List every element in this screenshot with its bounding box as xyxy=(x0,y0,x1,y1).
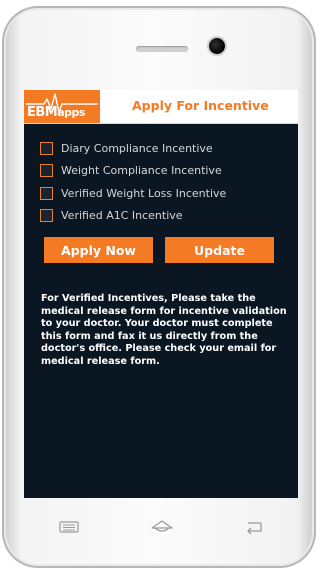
ebmapps-logo: EBMapps xyxy=(24,90,100,123)
app-header: EBMapps Apply For Incentive xyxy=(24,90,298,124)
logo-text-small: apps xyxy=(57,106,85,119)
checkbox[interactable] xyxy=(40,141,53,155)
update-button[interactable]: Update xyxy=(165,237,274,263)
info-text: For Verified Incentives, Please take the… xyxy=(41,293,287,367)
home-icon xyxy=(151,520,173,532)
checkbox-item-weight-compliance[interactable]: Weight Compliance Incentive xyxy=(40,160,226,183)
menu-button[interactable] xyxy=(56,518,82,536)
incentive-checkbox-list: Diary Compliance Incentive Weight Compli… xyxy=(40,137,226,227)
checkbox[interactable] xyxy=(40,186,53,200)
checkbox-item-diary-compliance[interactable]: Diary Compliance Incentive xyxy=(40,137,226,160)
checkbox-item-verified-a1c[interactable]: Verified A1C Incentive xyxy=(40,205,226,228)
home-button[interactable] xyxy=(149,518,175,536)
checkbox-label: Diary Compliance Incentive xyxy=(61,141,213,155)
apply-now-button[interactable]: Apply Now xyxy=(44,237,153,263)
checkbox-label: Weight Compliance Incentive xyxy=(61,164,222,178)
app-screen: EBMapps Apply For Incentive Diary Compli… xyxy=(24,90,298,498)
logo-text: EBMapps xyxy=(27,105,85,120)
page-title: Apply For Incentive xyxy=(132,98,269,113)
checkbox[interactable] xyxy=(40,164,53,178)
back-icon xyxy=(247,522,262,534)
front-camera xyxy=(209,38,225,54)
checkbox-label: Verified A1C Incentive xyxy=(61,209,183,223)
checkbox-item-verified-weight-loss[interactable]: Verified Weight Loss Incentive xyxy=(40,182,226,205)
menu-icon xyxy=(59,521,79,533)
speaker-grille xyxy=(136,46,188,52)
checkbox[interactable] xyxy=(40,209,53,223)
phone-frame: EBMapps Apply For Incentive Diary Compli… xyxy=(2,6,316,568)
back-button[interactable] xyxy=(242,518,268,536)
logo-text-main: EBM xyxy=(27,105,58,120)
checkbox-label: Verified Weight Loss Incentive xyxy=(61,186,227,200)
